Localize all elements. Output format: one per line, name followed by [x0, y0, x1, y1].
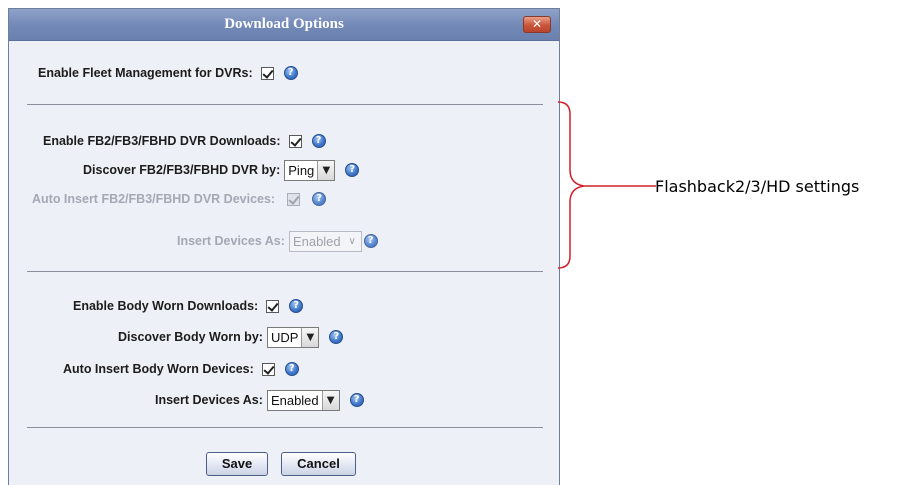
fleet-management-row: Enable Fleet Management for DVRs: ? — [38, 62, 298, 84]
fb-auto-insert-checkbox — [287, 192, 301, 206]
help-icon[interactable]: ? — [345, 163, 360, 177]
fleet-management-label: Enable Fleet Management for DVRs: — [38, 66, 253, 80]
bw-downloads-checkbox[interactable] — [266, 299, 280, 313]
close-button[interactable]: ✕ — [523, 16, 551, 33]
bw-downloads-label: Enable Body Worn Downloads: — [73, 299, 259, 313]
bw-insert-as-row: Insert Devices As: Enabled ▼ ? — [155, 389, 364, 411]
bw-auto-insert-label: Auto Insert Body Worn Devices: — [63, 362, 254, 376]
fb-discover-label: Discover FB2/FB3/FBHD DVR by: — [83, 163, 281, 177]
fb-insert-as-label: Insert Devices As: — [177, 234, 285, 248]
help-icon[interactable]: ? — [289, 299, 304, 313]
bw-auto-insert-row: Auto Insert Body Worn Devices: ? — [63, 358, 299, 380]
cancel-button[interactable]: Cancel — [281, 452, 356, 476]
fb-discover-value: Ping — [288, 162, 315, 178]
help-icon[interactable]: ? — [312, 192, 327, 206]
chevron-down-icon: ▼ — [317, 160, 335, 180]
fb-discover-row: Discover FB2/FB3/FBHD DVR by: Ping ▼ ? — [83, 159, 360, 181]
bw-auto-insert-checkbox[interactable] — [261, 362, 275, 376]
chevron-down-icon: ▼ — [321, 390, 339, 410]
fb-insert-as-row: Insert Devices As: Enabled ∨ ? — [177, 230, 378, 252]
dialog-titlebar: Download Options ✕ — [9, 9, 559, 41]
fb-downloads-checkbox[interactable] — [288, 134, 302, 148]
section-divider — [27, 427, 543, 428]
fb-insert-as-select: Enabled ∨ — [288, 230, 362, 252]
save-button[interactable]: Save — [206, 452, 268, 476]
help-icon[interactable]: ? — [311, 134, 326, 148]
bw-discover-label: Discover Body Worn by: — [118, 330, 263, 344]
bw-discover-value: UDP — [270, 329, 299, 345]
fb-downloads-row: Enable FB2/FB3/FBHD DVR Downloads: ? — [43, 130, 326, 152]
fb-insert-as-value: Enabled — [292, 233, 341, 249]
download-options-dialog: Download Options ✕ Enable Fleet Manageme… — [8, 8, 560, 485]
fb-auto-insert-label: Auto Insert FB2/FB3/FBHD DVR Devices: — [32, 192, 276, 206]
bw-insert-as-select[interactable]: Enabled ▼ — [266, 389, 340, 411]
fb-discover-select[interactable]: Ping ▼ — [284, 159, 336, 181]
bw-insert-as-label: Insert Devices As: — [155, 393, 263, 407]
bw-discover-row: Discover Body Worn by: UDP ▼ ? — [118, 326, 344, 348]
help-icon[interactable]: ? — [349, 393, 364, 407]
bw-insert-as-value: Enabled — [270, 392, 319, 408]
fb-downloads-label: Enable FB2/FB3/FBHD DVR Downloads: — [43, 134, 281, 148]
help-icon[interactable]: ? — [329, 330, 344, 344]
chevron-down-icon: ∨ — [348, 235, 356, 247]
close-icon: ✕ — [531, 17, 543, 31]
help-icon[interactable]: ? — [363, 234, 378, 248]
chevron-down-icon: ▼ — [301, 327, 319, 347]
flashback-settings-annotation: Flashback2/3/HD settings — [655, 177, 860, 196]
bw-discover-select[interactable]: UDP ▼ — [266, 326, 320, 348]
help-icon[interactable]: ? — [284, 362, 299, 376]
section-bracket — [557, 101, 656, 269]
section-divider — [27, 271, 543, 272]
fb-auto-insert-row: Auto Insert FB2/FB3/FBHD DVR Devices: ? — [32, 188, 327, 210]
fleet-management-checkbox[interactable] — [260, 66, 274, 80]
bw-downloads-row: Enable Body Worn Downloads: ? — [73, 295, 304, 317]
dialog-title: Download Options — [224, 16, 344, 32]
help-icon[interactable]: ? — [283, 66, 298, 80]
section-divider — [27, 104, 543, 105]
